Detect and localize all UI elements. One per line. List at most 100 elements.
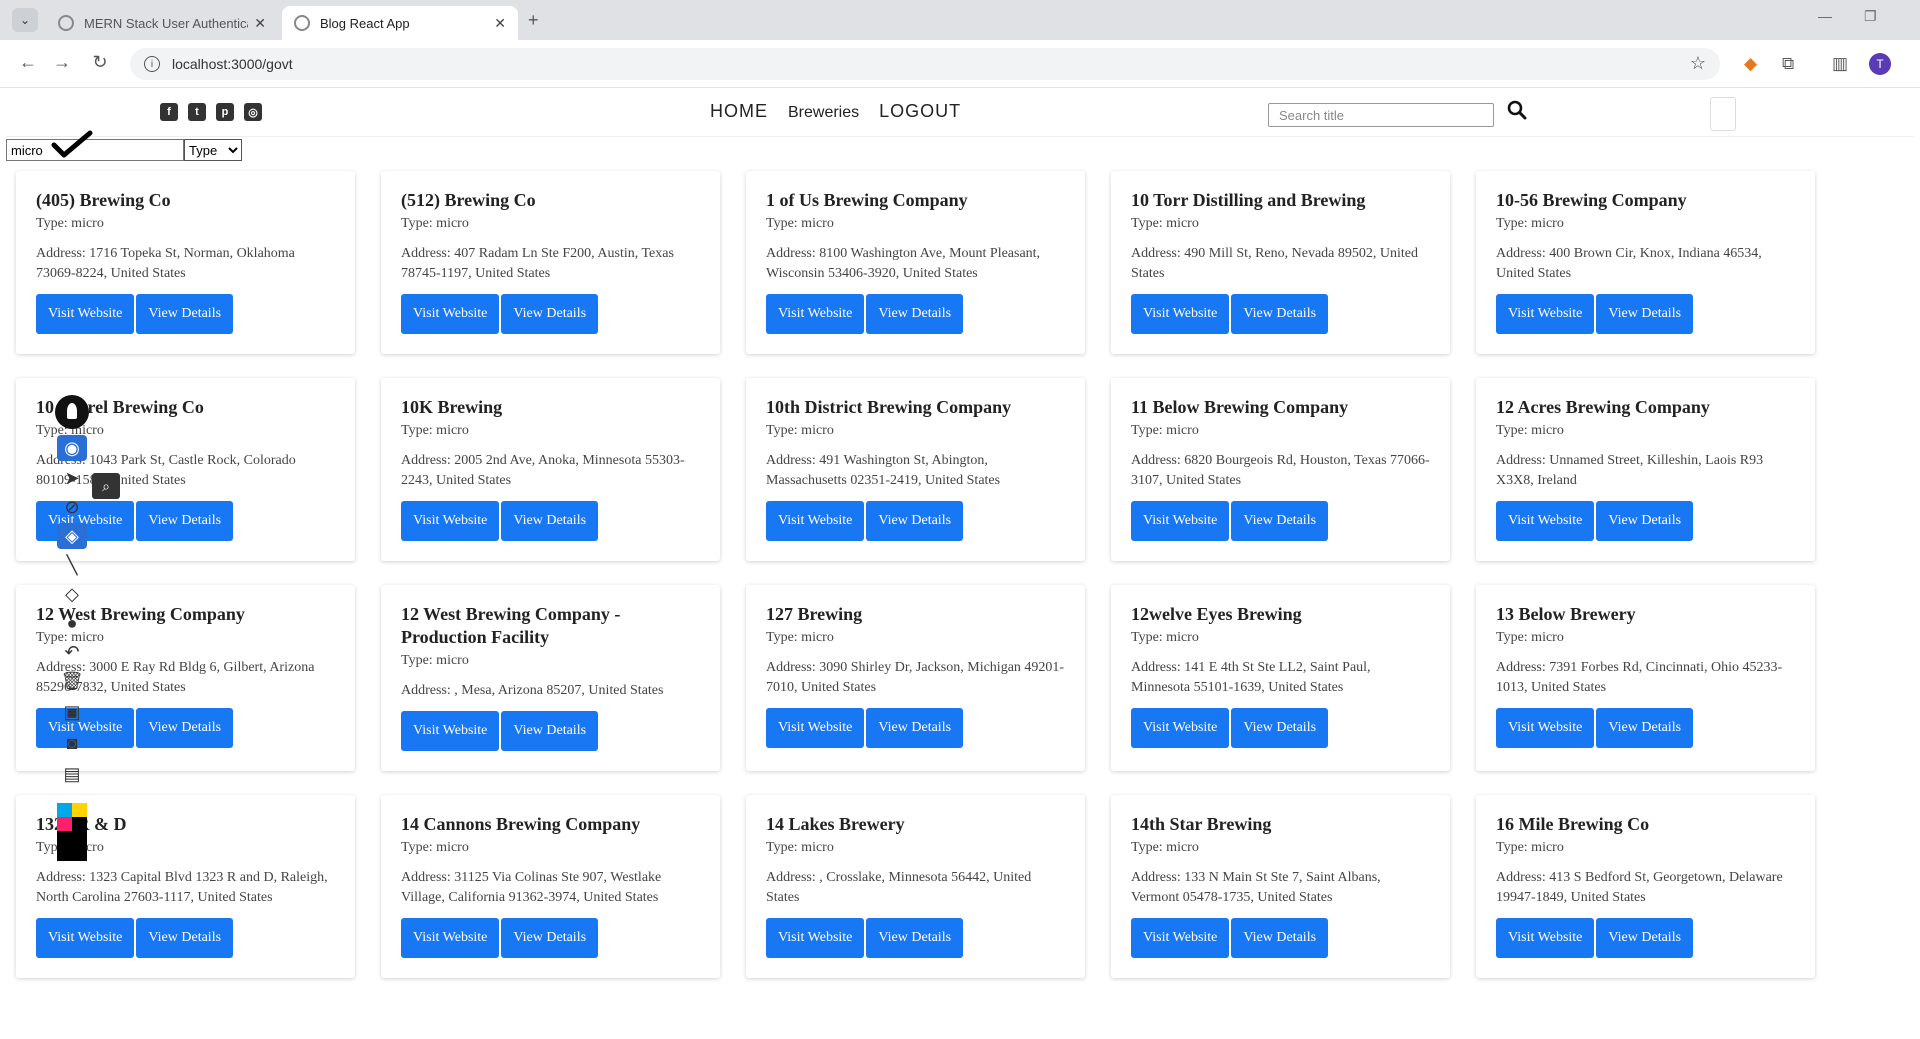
visit-website-button[interactable]: Visit Website bbox=[1131, 501, 1230, 541]
view-details-button[interactable]: View Details bbox=[866, 918, 964, 958]
tab-close-icon[interactable]: ✕ bbox=[494, 15, 506, 32]
url-field[interactable]: i localhost:3000/govt ☆ bbox=[130, 48, 1720, 80]
view-details-button[interactable]: View Details bbox=[136, 294, 234, 334]
view-details-button[interactable]: View Details bbox=[1596, 501, 1694, 541]
extensions-icon[interactable]: ⧉ bbox=[1782, 54, 1794, 74]
brewery-type: Type: micro bbox=[766, 216, 834, 231]
camera-icon[interactable]: ◙ bbox=[57, 730, 87, 756]
view-details-button[interactable]: View Details bbox=[866, 501, 964, 541]
visit-website-button[interactable]: Visit Website bbox=[1131, 708, 1230, 748]
pointer-icon[interactable]: ➤ bbox=[57, 465, 87, 491]
brewery-type: Type: micro bbox=[1496, 630, 1564, 645]
forward-icon[interactable]: → bbox=[50, 52, 74, 73]
reload-icon[interactable]: ↻ bbox=[88, 52, 112, 73]
brewery-card: (512) Brewing Co Type: micro Address: 407 … bbox=[381, 171, 720, 354]
visit-website-button[interactable]: Visit Website bbox=[401, 294, 500, 334]
pen-icon[interactable] bbox=[55, 395, 89, 429]
visit-website-button[interactable]: Visit Website bbox=[766, 501, 865, 541]
visit-website-button[interactable]: Visit Website bbox=[401, 918, 500, 958]
view-details-button[interactable]: View Details bbox=[136, 918, 234, 958]
filter-input[interactable] bbox=[6, 139, 184, 161]
bookmark-star-icon[interactable]: ☆ bbox=[1690, 53, 1706, 74]
trash-icon[interactable]: 🗑 bbox=[57, 668, 87, 694]
highlighter-icon[interactable]: ⊘ bbox=[57, 494, 87, 520]
brewery-card: 13 Below Brewery Type: micro Address: 7391… bbox=[1476, 585, 1815, 771]
view-details-button[interactable]: View Details bbox=[136, 708, 234, 748]
visit-website-button[interactable]: Visit Website bbox=[401, 711, 500, 751]
color-swatch[interactable] bbox=[57, 803, 72, 817]
dot-icon[interactable]: ● bbox=[57, 610, 87, 636]
view-details-button[interactable]: View Details bbox=[136, 501, 234, 541]
card-actions: Visit Website View Details bbox=[1496, 708, 1795, 748]
nav-breweries-link[interactable]: Breweries bbox=[788, 104, 859, 122]
eraser-icon[interactable]: ◇ bbox=[57, 581, 87, 607]
screen-icon[interactable]: ▣ bbox=[57, 699, 87, 725]
brewery-name: 1 of Us Brewing Company bbox=[766, 190, 968, 210]
brewery-address: Address: 1716 Topeka St, Norman, Oklahom… bbox=[36, 246, 295, 281]
main-nav: HOME Breweries LOGOUT bbox=[710, 101, 961, 122]
undo-icon[interactable]: ↶ bbox=[57, 639, 87, 665]
color-palette[interactable] bbox=[57, 803, 87, 861]
side-panel-icon[interactable]: ▥ bbox=[1832, 54, 1848, 74]
tab-list-button[interactable]: ⌄ bbox=[12, 8, 38, 32]
instagram-icon[interactable]: ◎ bbox=[244, 103, 262, 121]
type-select[interactable]: Type bbox=[184, 139, 242, 161]
view-details-button[interactable]: View Details bbox=[1231, 708, 1329, 748]
nav-logout-link[interactable]: LOGOUT bbox=[879, 101, 961, 122]
visit-website-button[interactable]: Visit Website bbox=[36, 918, 135, 958]
visit-website-button[interactable]: Visit Website bbox=[401, 501, 500, 541]
brewery-type: Type: micro bbox=[766, 423, 834, 438]
visit-website-button[interactable]: Visit Website bbox=[1496, 501, 1595, 541]
view-details-button[interactable]: View Details bbox=[866, 708, 964, 748]
visit-website-button[interactable]: Visit Website bbox=[766, 294, 865, 334]
color-swatch[interactable] bbox=[72, 803, 87, 817]
search-icon[interactable] bbox=[1506, 99, 1528, 121]
visit-website-button[interactable]: Visit Website bbox=[766, 708, 865, 748]
visit-website-button[interactable]: Visit Website bbox=[1496, 708, 1595, 748]
metamask-extension-icon[interactable]: ◆ bbox=[1744, 54, 1757, 74]
profile-image[interactable] bbox=[1710, 97, 1736, 131]
view-details-button[interactable]: View Details bbox=[1596, 294, 1694, 334]
tab-close-icon[interactable]: ✕ bbox=[254, 15, 266, 32]
view-details-button[interactable]: View Details bbox=[501, 294, 599, 334]
view-details-button[interactable]: View Details bbox=[501, 918, 599, 958]
tag-icon[interactable]: ◈ bbox=[57, 523, 87, 549]
brewery-address: Address: 400 Brown Cir, Knox, Indiana 46… bbox=[1496, 246, 1762, 281]
view-details-button[interactable]: View Details bbox=[866, 294, 964, 334]
cursor-tooltip-icon: ⌕ bbox=[92, 473, 120, 499]
clipboard-icon[interactable]: ▤ bbox=[57, 761, 87, 787]
profile-avatar[interactable]: T bbox=[1869, 53, 1891, 75]
color-swatch[interactable] bbox=[57, 817, 72, 831]
visit-website-button[interactable]: Visit Website bbox=[1496, 294, 1595, 334]
pinterest-icon[interactable]: p bbox=[216, 103, 234, 121]
site-info-icon[interactable]: i bbox=[144, 56, 160, 72]
view-details-button[interactable]: View Details bbox=[1231, 501, 1329, 541]
browser-tab[interactable]: MERN Stack User Authenticati ✕ bbox=[46, 6, 278, 40]
view-details-button[interactable]: View Details bbox=[1231, 294, 1329, 334]
facebook-icon[interactable]: f bbox=[160, 103, 178, 121]
view-details-button[interactable]: View Details bbox=[1231, 918, 1329, 958]
visit-website-button[interactable]: Visit Website bbox=[1496, 918, 1595, 958]
brewery-type: Type: micro bbox=[401, 653, 469, 668]
brewery-address: Address: 413 S Bedford St, Georgetown, D… bbox=[1496, 870, 1783, 905]
restore-icon[interactable]: ❐ bbox=[1864, 8, 1877, 25]
view-details-button[interactable]: View Details bbox=[1596, 708, 1694, 748]
visit-website-button[interactable]: Visit Website bbox=[36, 294, 135, 334]
search-input[interactable] bbox=[1268, 103, 1494, 127]
twitter-icon[interactable]: t bbox=[188, 103, 206, 121]
visit-website-button[interactable]: Visit Website bbox=[1131, 294, 1230, 334]
nav-home-link[interactable]: HOME bbox=[710, 101, 768, 122]
view-details-button[interactable]: View Details bbox=[501, 501, 599, 541]
back-icon[interactable]: ← bbox=[16, 52, 40, 73]
visit-website-button[interactable]: Visit Website bbox=[766, 918, 865, 958]
new-tab-icon[interactable]: + bbox=[528, 10, 539, 31]
eye-icon[interactable]: ◉ bbox=[57, 435, 87, 461]
view-details-button[interactable]: View Details bbox=[1596, 918, 1694, 958]
browser-tab-active[interactable]: Blog React App ✕ bbox=[282, 6, 518, 40]
card-actions: Visit Website View Details bbox=[1496, 294, 1795, 334]
minimize-icon[interactable]: — bbox=[1818, 8, 1832, 24]
brewery-name: 10th District Brewing Company bbox=[766, 397, 1012, 417]
line-icon[interactable]: ╲ bbox=[57, 552, 87, 578]
view-details-button[interactable]: View Details bbox=[501, 711, 599, 751]
visit-website-button[interactable]: Visit Website bbox=[1131, 918, 1230, 958]
